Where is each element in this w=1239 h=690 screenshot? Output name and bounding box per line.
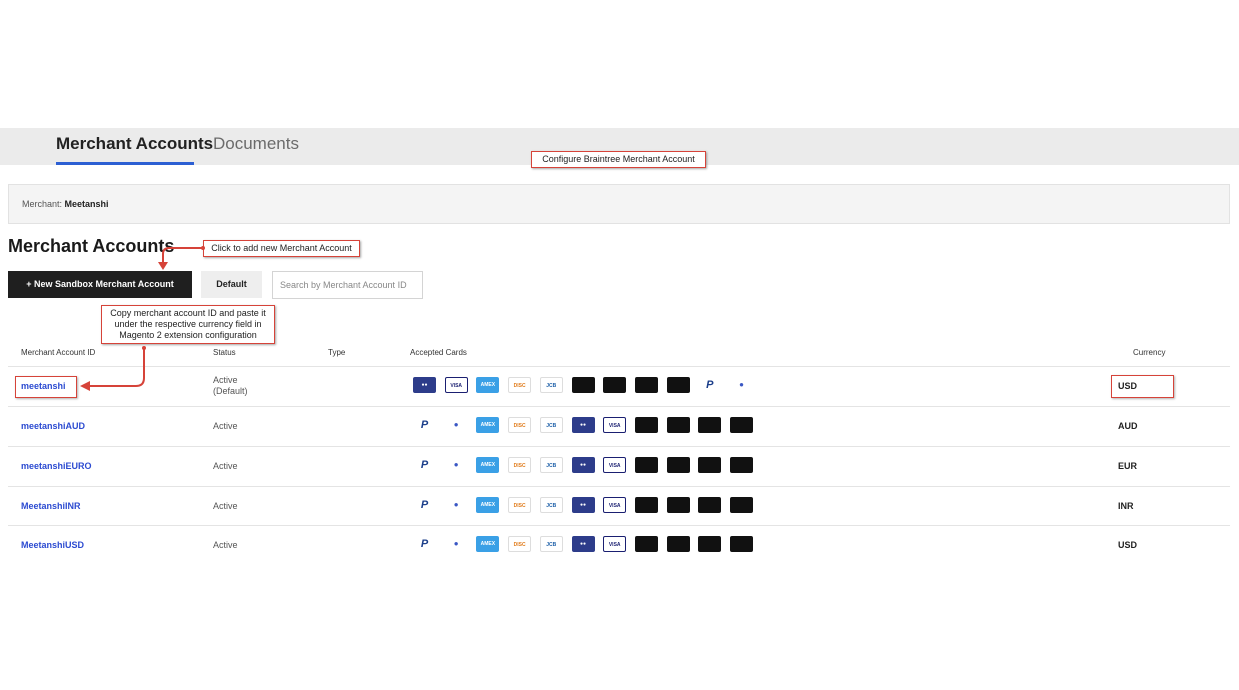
apple-pay-visa-icon	[634, 457, 658, 473]
apple-pay-amex-icon	[634, 377, 658, 393]
discover-icon: DISC	[508, 497, 532, 513]
table-row: MeetanshiUSD Active P ● AMEX DISC JCB ●● VISA …	[8, 525, 1230, 565]
paypal-icon: P	[698, 377, 722, 393]
currency-value: INR	[1118, 501, 1134, 511]
annotation-arrow-add	[158, 246, 205, 270]
mastercard-icon: ●●	[571, 417, 595, 433]
local-payment-icon: ●	[444, 417, 468, 433]
apple-pay-amex-icon	[698, 457, 722, 473]
local-payment-icon: ●	[444, 497, 468, 513]
table-row: MeetanshiINR Active P ● AMEX DISC JCB ●● VISA …	[8, 486, 1230, 526]
status-text: Active (Default)	[213, 375, 248, 396]
discover-icon: DISC	[508, 377, 532, 393]
merchant-account-id-link[interactable]: MeetanshiINR	[21, 501, 81, 511]
new-sandbox-merchant-account-button[interactable]: + New Sandbox Merchant Account	[8, 271, 192, 298]
amex-icon: AMEX	[476, 377, 500, 393]
apple-pay-discover-icon	[730, 457, 753, 473]
currency-value: USD	[1118, 540, 1138, 550]
tab-merchant-accounts[interactable]: Merchant Accounts	[56, 134, 213, 154]
discover-icon: DISC	[508, 536, 532, 552]
visa-icon: VISA	[603, 536, 627, 552]
mastercard-icon: ●●	[571, 497, 595, 513]
mastercard-icon: ●●	[413, 377, 436, 393]
apple-pay-discover-icon	[666, 377, 690, 393]
jcb-icon: JCB	[539, 536, 563, 552]
paypal-icon: P	[413, 457, 436, 473]
jcb-icon: JCB	[539, 377, 563, 393]
apple-pay-discover-icon	[730, 536, 753, 552]
jcb-icon: JCB	[539, 457, 563, 473]
apple-pay-mc-icon	[666, 536, 690, 552]
highlight-merchant-id	[15, 376, 77, 398]
apple-pay-visa-icon	[571, 377, 595, 393]
apple-pay-discover-icon	[730, 497, 753, 513]
paypal-icon: P	[413, 497, 436, 513]
amex-icon: AMEX	[476, 536, 500, 552]
header-type: Type	[328, 348, 346, 357]
mastercard-icon: ●●	[571, 457, 595, 473]
paypal-icon: P	[413, 536, 436, 552]
visa-icon: VISA	[444, 377, 468, 393]
default-button[interactable]: Default	[201, 271, 262, 298]
status-text: Active	[213, 461, 238, 471]
apple-pay-amex-icon	[698, 417, 722, 433]
status-text: Active	[213, 540, 238, 550]
status-text: Active	[213, 501, 238, 511]
paypal-icon: P	[413, 417, 436, 433]
header-currency: Currency	[1133, 348, 1166, 357]
header-accepted-cards: Accepted Cards	[410, 348, 467, 357]
annotation-copy-id: Copy merchant account ID and paste it un…	[101, 305, 275, 344]
amex-icon: AMEX	[476, 497, 500, 513]
table-row: meetanshiAUD Active P ● AMEX DISC JCB ●● VISA …	[8, 406, 1230, 446]
discover-icon: DISC	[508, 417, 532, 433]
discover-icon: DISC	[508, 457, 532, 473]
amex-icon: AMEX	[476, 457, 500, 473]
table-row: meetanshiEURO Active P ● AMEX DISC JCB ●● VISA…	[8, 446, 1230, 486]
apple-pay-discover-icon	[730, 417, 753, 433]
local-payment-icon: ●	[444, 457, 468, 473]
jcb-icon: JCB	[539, 497, 563, 513]
mastercard-icon: ●●	[571, 536, 595, 552]
merchant-account-id-link[interactable]: MeetanshiUSD	[21, 540, 84, 550]
apple-pay-visa-icon	[634, 536, 658, 552]
header-status: Status	[213, 348, 236, 357]
apple-pay-visa-icon	[634, 417, 658, 433]
annotation-arrow-copy	[80, 346, 146, 391]
local-payment-icon: ●	[730, 377, 753, 393]
jcb-icon: JCB	[539, 417, 563, 433]
merchant-name: Meetanshi	[64, 199, 109, 209]
status-text: Active	[213, 421, 238, 431]
apple-pay-amex-icon	[698, 536, 722, 552]
highlight-currency	[1111, 375, 1174, 398]
merchant-label: Merchant: Meetanshi	[22, 199, 109, 209]
tab-documents[interactable]: Documents	[213, 134, 299, 154]
apple-pay-amex-icon	[698, 497, 722, 513]
apple-pay-mc-icon	[666, 417, 690, 433]
page-title: Merchant Accounts	[8, 236, 175, 256]
apple-pay-mc-icon	[666, 457, 690, 473]
visa-icon: VISA	[603, 497, 627, 513]
merchant-account-id-link[interactable]: meetanshiAUD	[21, 421, 85, 431]
currency-value: EUR	[1118, 461, 1138, 471]
currency-value: AUD	[1118, 421, 1138, 431]
local-payment-icon: ●	[444, 536, 468, 552]
active-tab-underline	[56, 162, 194, 165]
annotation-configure: Configure Braintree Merchant Account	[531, 151, 706, 168]
visa-icon: VISA	[603, 457, 627, 473]
search-input[interactable]	[272, 271, 423, 299]
visa-icon: VISA	[603, 417, 627, 433]
merchant-account-id-link[interactable]: meetanshiEURO	[21, 461, 92, 471]
annotation-click-add: Click to add new Merchant Account	[203, 240, 360, 257]
apple-pay-visa-icon	[634, 497, 658, 513]
amex-icon: AMEX	[476, 417, 500, 433]
apple-pay-mc-icon	[666, 497, 690, 513]
table-row: meetanshi Active (Default) ●● VISA AMEX DISC…	[8, 366, 1230, 406]
merchant-bar: Merchant: Meetanshi	[8, 184, 1230, 224]
apple-pay-mc-icon	[603, 377, 627, 393]
